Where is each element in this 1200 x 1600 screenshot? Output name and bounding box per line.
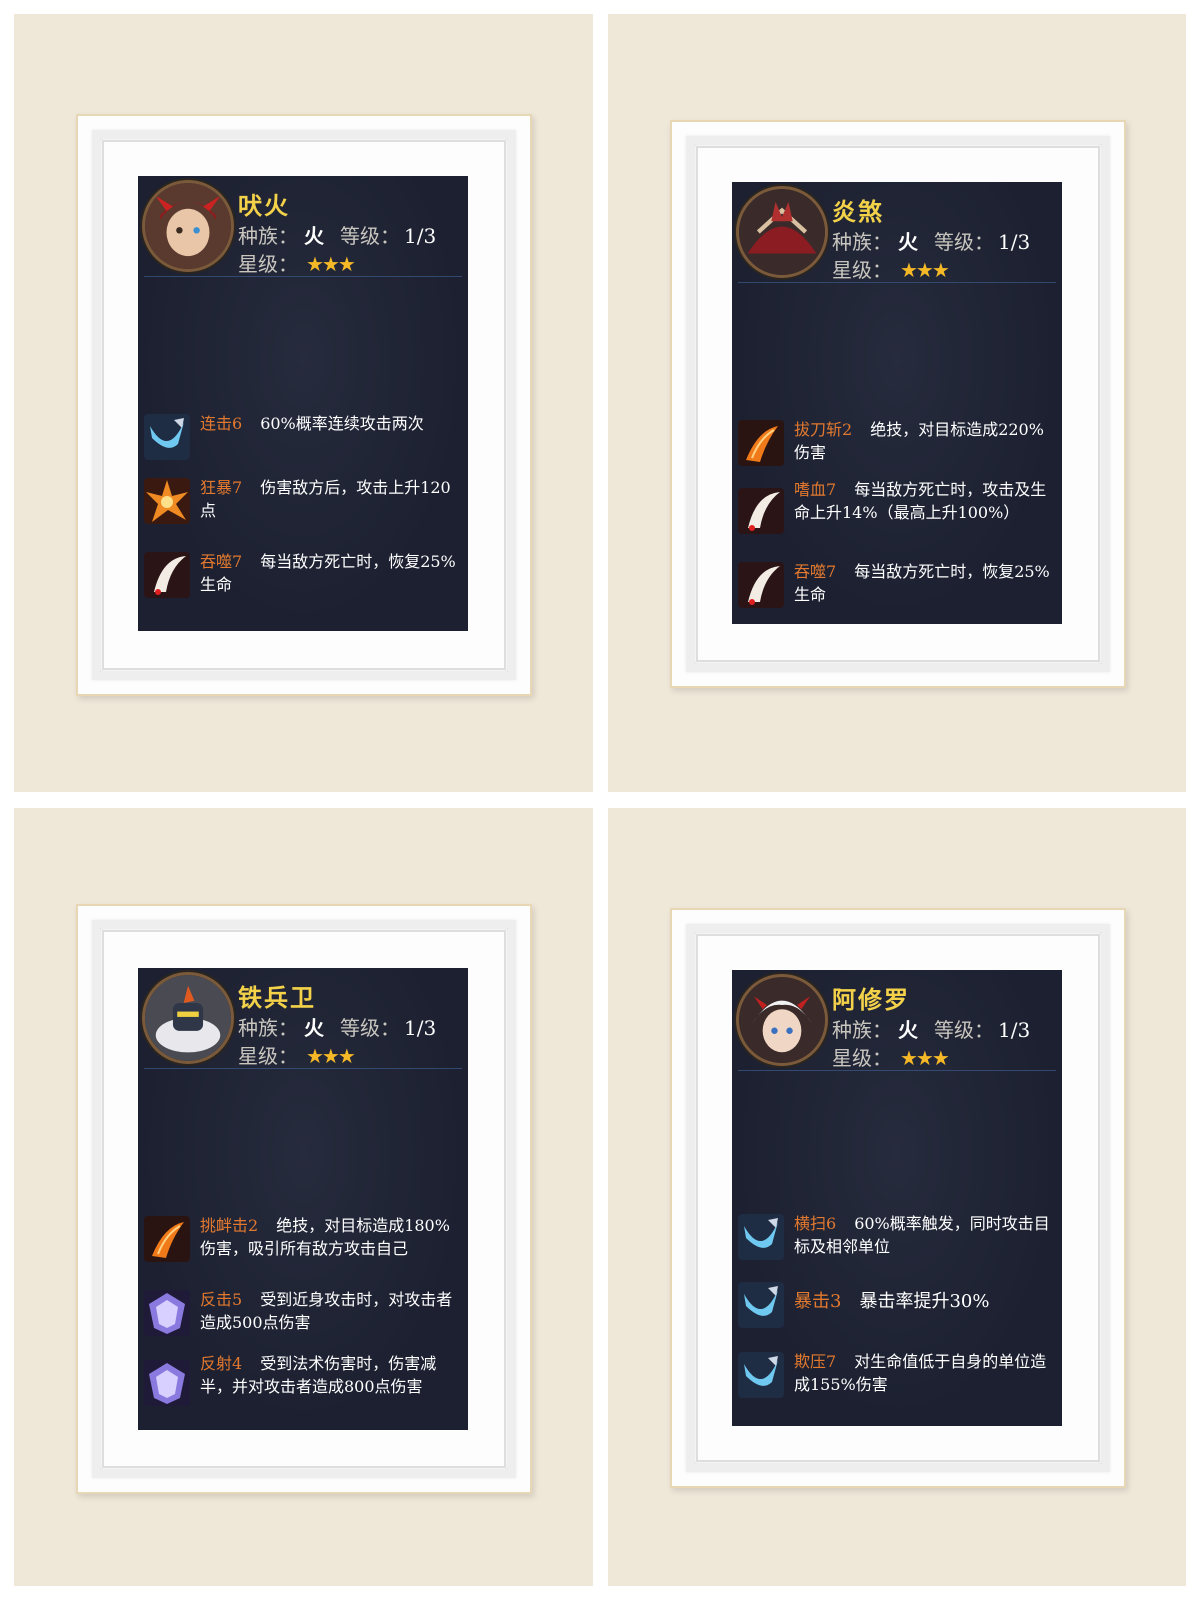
star-row: 星级： ★★★ [238,1040,356,1069]
fang-icon [144,552,190,598]
blade-icon [144,414,190,460]
hero-face-icon [145,183,231,269]
skill-item[interactable]: 嗜血7 每当敌方死亡时，攻击及生命上升14%（最高上升100%） [738,476,1058,548]
hero-card-1: 吠火 种族：火等级： 1/3 星级： ★★★ 连击6 60%概率连续攻击两次 狂暴7 伤… [138,176,468,631]
skill-item[interactable]: 反射4 受到法术伤害时，伤害减半，并对攻击者造成800点伤害 [144,1350,464,1422]
star-label: 星级： [238,252,298,276]
star-rating-icon: ★★★ [900,1046,950,1070]
header-divider [144,276,462,277]
hero-portrait [736,186,828,278]
race-label: 种族： [238,1016,298,1040]
shield-icon [144,1360,190,1406]
skill-name: 吞噬7 [794,562,837,581]
race-label: 种族： [238,224,298,248]
skill-item[interactable]: 横扫6 60%概率触发，同时攻击目标及相邻单位 [738,1210,1058,1272]
skill-name: 狂暴7 [200,478,243,497]
star-label: 星级： [832,1046,892,1070]
skill-name: 连击6 [200,414,243,433]
flame-slash-icon [144,1216,190,1262]
skill-name: 暴击3 [794,1291,842,1312]
blade-icon [738,1282,784,1328]
hero-card-2: 炎煞 种族：火等级： 1/3 星级： ★★★ 拔刀斩2 绝技，对目标造成220%伤害 … [732,182,1062,624]
skill-name: 横扫6 [794,1214,837,1233]
star-label: 星级： [238,1044,298,1068]
skill-name: 吞噬7 [200,552,243,571]
flame-slash-icon [738,420,784,466]
skill-name: 反击5 [200,1290,243,1309]
fang-icon [738,562,784,608]
race-value: 火 [304,1016,324,1040]
header-divider [144,1068,462,1069]
skill-name: 挑衅击2 [200,1216,259,1235]
skill-item[interactable]: 吞噬7 每当敌方死亡时，恢复25%生命 [738,558,1058,620]
level-value: 1/3 [998,230,1031,254]
hero-card-4: 阿修罗 种族：火等级： 1/3 星级： ★★★ 横扫6 60%概率触发，同时攻击目标及… [732,970,1062,1426]
star-row: 星级： ★★★ [832,1042,950,1071]
skill-item[interactable]: 吞噬7 每当敌方死亡时，恢复25%生命 [144,548,464,610]
skill-item[interactable]: 连击6 60%概率连续攻击两次 [144,410,464,472]
star-row: 星级： ★★★ [238,248,356,277]
blade-icon [738,1214,784,1260]
hero-name: 吠火 [238,191,290,220]
skill-item[interactable]: 拔刀斩2 绝技，对目标造成220%伤害 [738,416,1058,478]
race-level-row: 种族：火等级： 1/3 [832,226,1030,255]
level-value: 1/3 [998,1018,1031,1042]
hero-face-icon [739,977,825,1063]
skill-item[interactable]: 狂暴7 伤害敌方后，攻击上升120点 [144,474,464,536]
race-value: 火 [898,230,918,254]
level-value: 1/3 [404,1016,437,1040]
star-rating-icon: ★★★ [306,252,356,276]
hero-portrait [142,972,234,1064]
level-label: 等级： [934,230,994,254]
header-divider [738,1070,1056,1071]
fang-icon [738,488,784,534]
skill-name: 欺压7 [794,1352,837,1371]
star-rating-icon: ★★★ [900,258,950,282]
hero-card-3: 铁兵卫 种族：火等级： 1/3 星级： ★★★ 挑衅击2 绝技，对目标造成180%伤害… [138,968,468,1430]
star-rating-icon: ★★★ [306,1044,356,1068]
shield-icon [144,1290,190,1336]
race-label: 种族： [832,230,892,254]
race-label: 种族： [832,1018,892,1042]
hero-name: 阿修罗 [832,985,910,1014]
hero-name: 铁兵卫 [238,983,316,1012]
star-row: 星级： ★★★ [832,254,950,283]
skill-item[interactable]: 暴击3 暴击率提升30% [738,1278,1058,1340]
race-level-row: 种族：火等级： 1/3 [832,1014,1030,1043]
level-value: 1/3 [404,224,437,248]
skill-description: 60%概率连续攻击两次 [260,414,424,433]
race-level-row: 种族：火等级： 1/3 [238,220,436,249]
hero-face-icon [145,975,231,1061]
race-level-row: 种族：火等级： 1/3 [238,1012,436,1041]
level-label: 等级： [340,224,400,248]
hero-face-icon [739,189,825,275]
header-divider [738,282,1056,283]
hero-portrait [142,180,234,272]
hero-portrait [736,974,828,1066]
hero-name: 炎煞 [832,197,884,226]
burst-icon [144,478,190,524]
blade-icon [738,1352,784,1398]
race-value: 火 [898,1018,918,1042]
level-label: 等级： [934,1018,994,1042]
race-value: 火 [304,224,324,248]
skill-item[interactable]: 欺压7 对生命值低于自身的单位造成155%伤害 [738,1348,1058,1410]
skill-item[interactable]: 反击5 受到近身攻击时，对攻击者造成500点伤害 [144,1286,464,1348]
skill-item[interactable]: 挑衅击2 绝技，对目标造成180%伤害，吸引所有敌方攻击自己 [144,1212,464,1274]
skill-name: 嗜血7 [794,480,837,499]
skill-name: 拔刀斩2 [794,420,853,439]
skill-description: 暴击率提升30% [859,1291,990,1312]
star-label: 星级： [832,258,892,282]
skill-name: 反射4 [200,1354,243,1373]
level-label: 等级： [340,1016,400,1040]
